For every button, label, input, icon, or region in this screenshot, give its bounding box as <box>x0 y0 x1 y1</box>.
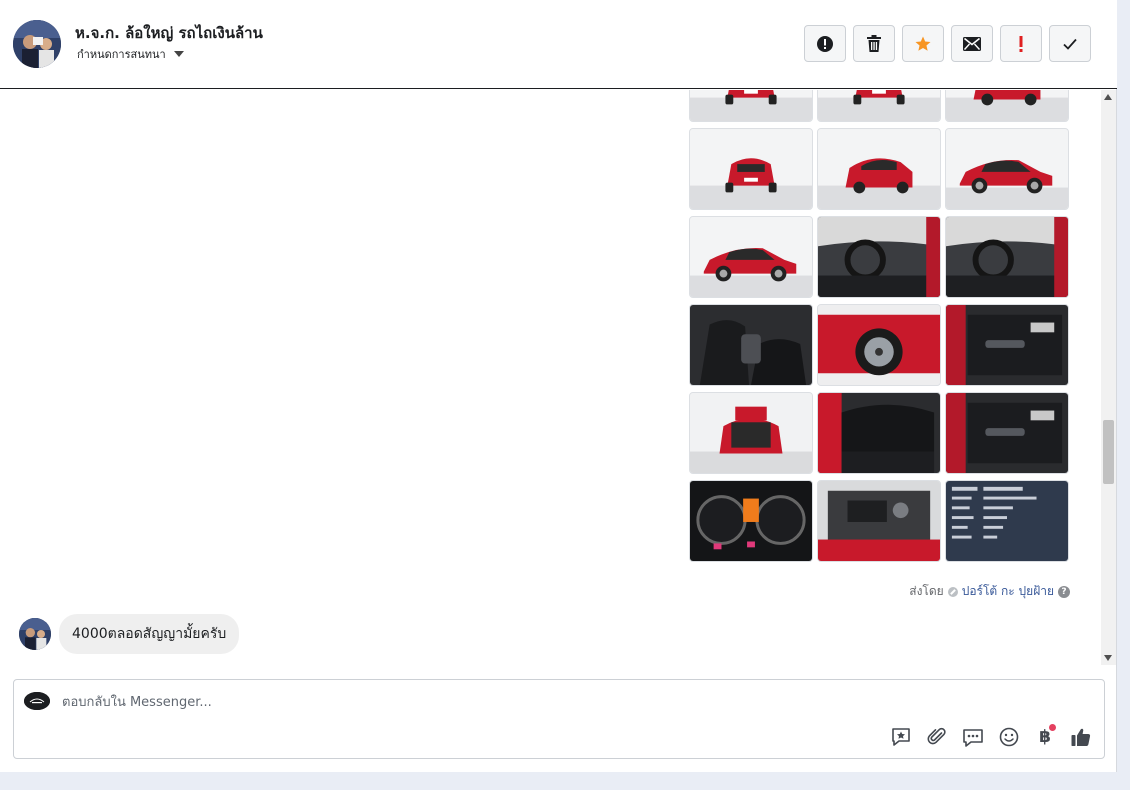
emoji-button[interactable] <box>998 726 1020 748</box>
help-icon[interactable]: ? <box>1058 585 1070 598</box>
like-button[interactable] <box>1070 726 1092 748</box>
conversation-menu-label: กำหนดการสนทนา <box>77 48 166 61</box>
priority-button[interactable] <box>1000 25 1042 62</box>
conversation-title: ห.จ.ก. ล้อใหญ่ รถไถเงินล้าน <box>75 24 263 42</box>
attachment-photo-4[interactable] <box>689 128 813 210</box>
attachment-photo-12[interactable] <box>945 304 1069 386</box>
payment-button[interactable]: ฿ <box>1034 724 1056 748</box>
page-logo <box>24 692 50 710</box>
star-icon <box>915 36 931 51</box>
caret-down-icon <box>173 51 184 57</box>
star-button[interactable] <box>902 25 944 62</box>
trash-icon <box>867 34 881 52</box>
envelope-icon <box>963 36 981 51</box>
smiley-icon <box>999 727 1019 747</box>
incoming-message: 4000ตลอดสัญญามั้ยครับ <box>19 614 240 654</box>
reply-input[interactable] <box>62 691 962 713</box>
attachment-photo-10[interactable] <box>689 304 813 386</box>
scroll-down-arrow-icon[interactable] <box>1104 655 1112 661</box>
attachment-photo-1[interactable] <box>689 90 813 122</box>
sent-by-name[interactable]: ปอร์โต้ กะ ปุยฝ้าย <box>962 582 1054 601</box>
attachment-photo-15[interactable] <box>945 392 1069 474</box>
exclamation-circle-icon <box>817 35 833 52</box>
scroll-thumb[interactable] <box>1103 420 1114 484</box>
saved-reply-icon <box>892 728 910 746</box>
conversation-menu-dropdown[interactable]: กำหนดการสนทนา <box>77 45 184 63</box>
mark-unread-button[interactable] <box>951 25 993 62</box>
sent-by-prefix: ส่งโดย <box>909 584 944 598</box>
scroll-up-arrow-icon[interactable] <box>1104 94 1112 100</box>
thread-scrollbar[interactable] <box>1101 90 1116 665</box>
attachment-photo-11[interactable] <box>817 304 941 386</box>
sender-avatar[interactable] <box>19 618 51 650</box>
sent-by-line: ส่งโดย ปอร์โต้ กะ ปุยฝ้าย ? <box>909 582 1070 601</box>
attachment-photo-6[interactable] <box>945 128 1069 210</box>
chat-bubble-icon <box>963 729 983 747</box>
baht-icon: ฿ <box>1039 726 1051 747</box>
saved-reply-button[interactable] <box>890 726 912 748</box>
attachment-photo-7[interactable] <box>689 216 813 298</box>
quick-reply-button[interactable] <box>962 726 984 748</box>
thumbs-up-icon <box>1071 728 1091 746</box>
exclamation-icon <box>1019 35 1023 52</box>
attachment-photo-13[interactable] <box>689 392 813 474</box>
delete-button[interactable] <box>853 25 895 62</box>
attachment-photo-5[interactable] <box>817 128 941 210</box>
attachment-photo-2[interactable] <box>817 90 941 122</box>
check-icon <box>1063 38 1077 50</box>
notification-dot <box>1049 724 1056 731</box>
attachment-photo-17[interactable] <box>817 480 941 562</box>
page-admin-icon <box>947 586 958 597</box>
attachment-photo-3[interactable] <box>945 90 1069 122</box>
reply-composer: ฿ <box>13 679 1105 759</box>
conversation-header: ห.จ.ก. ล้อใหญ่ รถไถเงินล้าน กำหนดการสนทน… <box>0 0 1117 89</box>
message-thread[interactable]: ส่งโดย ปอร์โต้ กะ ปุยฝ้าย ? 4000ตลอดสัญญ… <box>0 90 1100 665</box>
attachment-photo-14[interactable] <box>817 392 941 474</box>
inbox-window: ห.จ.ก. ล้อใหญ่ รถไถเงินล้าน กำหนดการสนทน… <box>0 0 1117 772</box>
message-bubble[interactable]: 4000ตลอดสัญญามั้ยครับ <box>59 614 240 654</box>
done-button[interactable] <box>1049 25 1091 62</box>
paperclip-icon <box>927 727 946 745</box>
attach-button[interactable] <box>926 726 948 748</box>
attachment-photo-8[interactable] <box>817 216 941 298</box>
composer-tools: ฿ <box>890 724 1092 748</box>
attachment-photo-16[interactable] <box>689 480 813 562</box>
attachment-photo-18[interactable] <box>945 480 1069 562</box>
attachment-photo-9[interactable] <box>945 216 1069 298</box>
contact-avatar[interactable] <box>13 20 61 68</box>
report-button[interactable] <box>804 25 846 62</box>
photo-attachment-grid <box>689 90 1069 562</box>
conversation-toolbar <box>804 25 1091 62</box>
